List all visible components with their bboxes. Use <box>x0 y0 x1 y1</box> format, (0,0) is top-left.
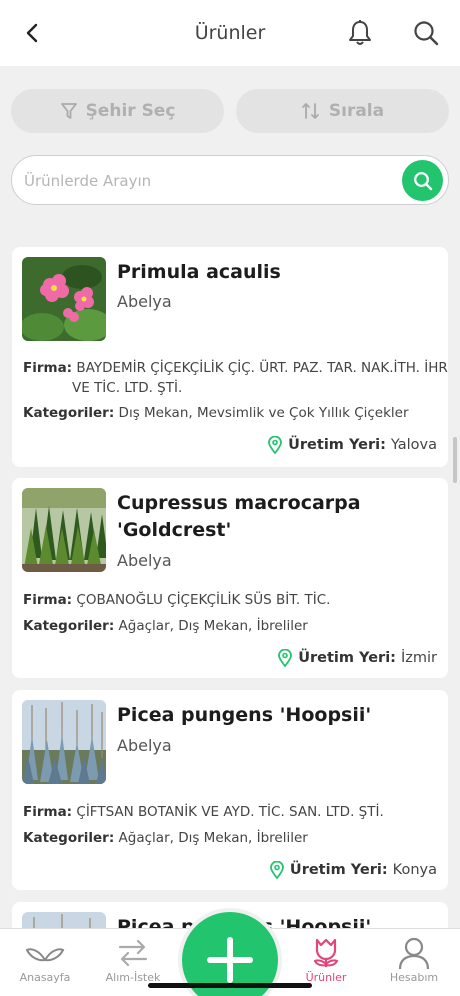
production-location: Üretim Yeri: Yalova <box>268 436 437 454</box>
category-info: Kategoriler: Ağaçlar, Dış Mekan, İbrelil… <box>23 828 448 848</box>
sort-button[interactable]: Sırala <box>236 89 449 133</box>
flower-icon <box>313 938 339 967</box>
search-icon <box>413 171 432 190</box>
company-label: Firma: <box>23 592 73 608</box>
category-info: Kategoriler: Ağaçlar, Dış Mekan, İbrelil… <box>23 616 448 636</box>
product-card[interactable]: Cupressus macrocarpa 'Goldcrest' Abelya … <box>12 478 448 678</box>
product-image <box>22 700 106 784</box>
city-select-button[interactable]: Şehir Seç <box>11 89 224 133</box>
company-label: Firma: <box>23 804 73 820</box>
search-icon <box>414 21 439 46</box>
product-card[interactable]: Picea pungens 'Hoopsii' Abelya Firma: Çİ… <box>12 690 448 890</box>
product-card[interactable]: Primula acaulis Abelya Firma: BAYDEMİR Ç… <box>12 247 448 467</box>
category-list: Ağaçlar, Dış Mekan, İbreliler <box>118 618 308 634</box>
category-list: Ağaçlar, Dış Mekan, İbreliler <box>118 830 308 846</box>
location-pin-icon <box>278 649 293 667</box>
product-search-bar <box>11 155 449 205</box>
company-name: BAYDEMİR ÇİÇEKÇİLİK ÇİÇ. ÜRT. PAZ. TAR. … <box>76 360 448 376</box>
category-label: Kategoriler: <box>23 618 115 634</box>
product-image <box>22 488 106 572</box>
sort-label: Sırala <box>328 101 385 121</box>
category-label: Kategoriler: <box>23 405 115 421</box>
notifications-button[interactable] <box>341 14 379 52</box>
plus-icon <box>207 937 253 983</box>
seller-name: Abelya <box>117 292 172 311</box>
company-info: Firma: ÇİFTSAN BOTANİK VE AYD. TİC. SAN.… <box>23 802 448 822</box>
top-bar: Ürünler <box>0 0 460 66</box>
production-location-label: Üretim Yeri: <box>289 862 388 878</box>
product-name: Primula acaulis <box>117 261 281 283</box>
location-pin-icon <box>268 436 283 454</box>
product-search-input[interactable] <box>24 168 394 194</box>
production-location-value: Konya <box>392 862 437 878</box>
seller-name: Abelya <box>117 551 172 570</box>
company-name-cont: VE TİC. LTD. ŞTİ. <box>72 380 183 396</box>
scroll-indicator[interactable] <box>453 437 457 483</box>
production-location-label: Üretim Yeri: <box>298 650 396 666</box>
production-location-label: Üretim Yeri: <box>288 437 386 453</box>
tab-account[interactable]: Hesabım <box>374 935 454 991</box>
tab-home[interactable]: Anasayfa <box>5 935 85 991</box>
company-label: Firma: <box>23 360 73 376</box>
seller-name: Abelya <box>117 736 172 755</box>
swap-arrows-icon <box>118 939 148 967</box>
tab-account-label: Hesabım <box>389 971 439 984</box>
filter-icon <box>60 103 77 119</box>
category-label: Kategoriler: <box>23 830 115 846</box>
product-image <box>22 257 106 341</box>
company-name: ÇİFTSAN BOTANİK VE AYD. TİC. SAN. LTD. Ş… <box>76 804 384 820</box>
production-location: Üretim Yeri: İzmir <box>278 649 437 667</box>
bell-icon <box>349 20 371 45</box>
city-select-label: Şehir Seç <box>85 101 176 121</box>
company-info: Firma: ÇOBANOĞLU ÇİÇEKÇİLİK SÜS BİT. TİC… <box>23 590 448 610</box>
company-name: ÇOBANOĞLU ÇİÇEKÇİLİK SÜS BİT. TİC. <box>76 592 331 608</box>
search-submit-button[interactable] <box>402 160 443 201</box>
category-info: Kategoriler: Dış Mekan, Mevsimlik ve Çok… <box>23 403 448 423</box>
home-indicator[interactable] <box>148 983 312 988</box>
product-name: Picea pungens 'Hoopsii' <box>117 704 372 726</box>
page-title: Ürünler <box>194 22 266 44</box>
leaf-icon <box>25 948 65 962</box>
user-icon <box>398 937 430 970</box>
header-search-button[interactable] <box>407 14 445 52</box>
production-location-value: Yalova <box>390 437 437 453</box>
location-pin-icon <box>270 861 284 879</box>
production-location: Üretim Yeri: Konya <box>270 861 437 879</box>
sort-icon <box>301 103 319 119</box>
company-info: Firma: BAYDEMİR ÇİÇEKÇİLİK ÇİÇ. ÜRT. PAZ… <box>23 358 448 398</box>
production-location-value: İzmir <box>400 650 437 666</box>
tab-home-label: Anasayfa <box>19 971 71 984</box>
category-list: Dış Mekan, Mevsimlik ve Çok Yıllık Çiçek… <box>118 405 409 421</box>
product-name: Cupressus macrocarpa 'Goldcrest' <box>117 492 361 541</box>
